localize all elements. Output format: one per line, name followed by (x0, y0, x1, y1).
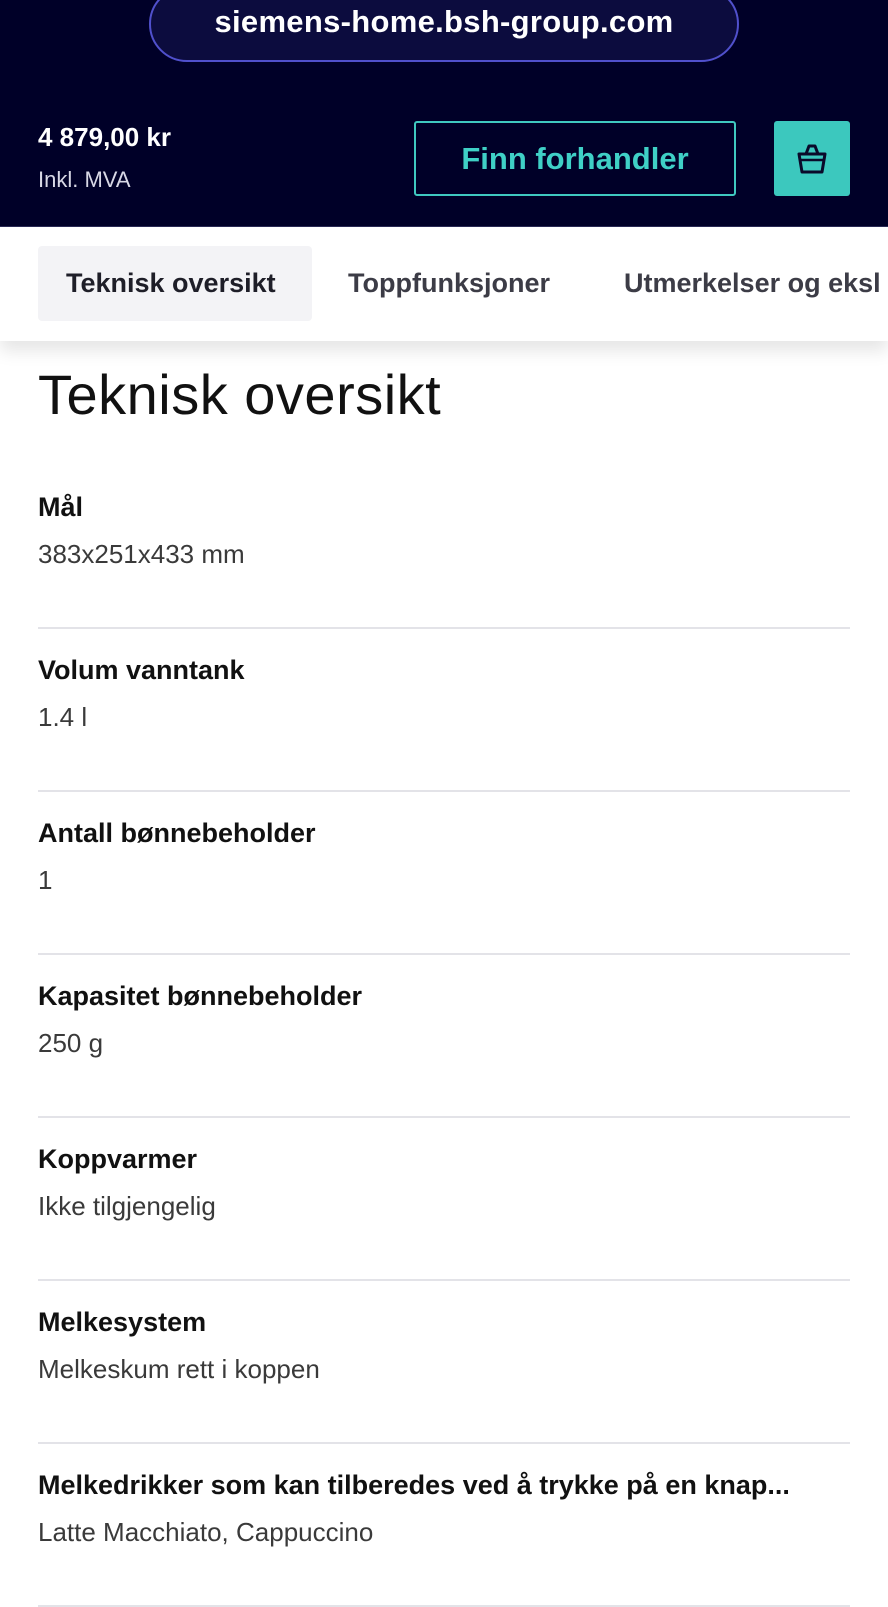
spec-row: Melkedrikker som kan tilberedes ved å tr… (38, 1444, 850, 1607)
vat-note: Inkl. MVA (38, 167, 131, 192)
spec-row: Volum vanntank 1.4 l (38, 629, 850, 792)
spec-value: Latte Macchiato, Cappuccino (38, 1517, 374, 1547)
find-dealer-button[interactable]: Finn forhandler (414, 121, 736, 196)
spec-label: Melkesystem (38, 1307, 207, 1337)
tab-label: Toppfunksjoner (348, 268, 550, 298)
spec-label: Volum vanntank (38, 655, 245, 685)
product-price: 4 879,00 kr (38, 122, 172, 152)
spec-value: Melkeskum rett i koppen (38, 1354, 320, 1384)
spec-label: Antall bønnebeholder (38, 818, 316, 848)
section-title: Teknisk oversikt (38, 363, 442, 426)
tab-label: Utmerkelser og eksl (624, 268, 881, 298)
spec-list: Mål 383x251x433 mm Volum vanntank 1.4 l … (38, 466, 850, 1607)
spec-row: Kapasitet bønnebeholder 250 g (38, 955, 850, 1118)
url-text: siemens-home.bsh-group.com (214, 4, 674, 39)
header-bar: siemens-home.bsh-group.com 4 879,00 kr I… (0, 0, 888, 227)
spec-value: 1 (38, 865, 53, 895)
spec-row: Antall bønnebeholder 1 (38, 792, 850, 955)
tab-teknisk-oversikt[interactable]: Teknisk oversikt (38, 246, 312, 321)
spec-label: Mål (38, 492, 84, 522)
spec-value: 1.4 l (38, 702, 88, 732)
spec-label: Melkedrikker som kan tilberedes ved å tr… (38, 1470, 790, 1500)
tab-label: Teknisk oversikt (66, 268, 276, 298)
spec-row: Koppvarmer Ikke tilgjengelig (38, 1118, 850, 1281)
shopping-basket-icon (797, 144, 827, 173)
tab-toppfunksjoner[interactable]: Toppfunksjoner (320, 246, 578, 321)
spec-label: Koppvarmer (38, 1144, 198, 1174)
spec-row: Melkesystem Melkeskum rett i koppen (38, 1281, 850, 1444)
url-bar[interactable]: siemens-home.bsh-group.com (149, 0, 739, 62)
spec-row: Mål 383x251x433 mm (38, 466, 850, 629)
section-tabs: Teknisk oversikt Toppfunksjoner Utmerkel… (0, 227, 888, 341)
spec-value: Ikke tilgjengelig (38, 1191, 216, 1221)
spec-label: Kapasitet bønnebeholder (38, 981, 363, 1011)
tab-utmerkelser[interactable]: Utmerkelser og eksl (596, 246, 888, 321)
spec-value: 383x251x433 mm (38, 539, 245, 569)
spec-value: 250 g (38, 1028, 104, 1058)
cart-button[interactable] (774, 121, 850, 196)
